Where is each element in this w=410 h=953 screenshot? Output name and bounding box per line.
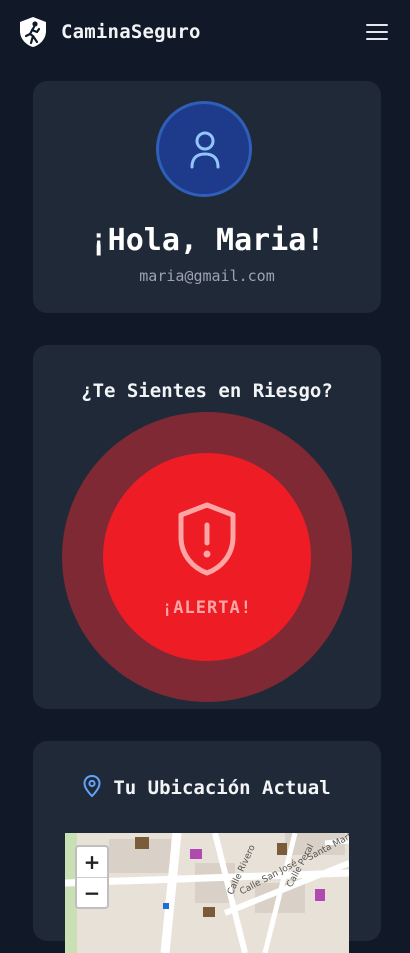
zoom-out-button[interactable]: − [77,878,107,908]
map-view[interactable]: Santa Marta Calle Rivero Calle San José … [65,833,349,953]
avatar [156,101,252,197]
profile-card: ¡Hola, Maria! maria@gmail.com [33,81,381,313]
location-card: Tu Ubicación Actual Santa Marta Calle Ri… [33,741,381,953]
alert-button[interactable]: ¡ALERTA! [62,412,352,702]
brand-name[interactable]: CaminaSeguro [61,21,201,43]
user-icon [190,131,220,169]
alert-card: ¿Te Sientes en Riesgo? ¡ALERTA! [33,345,381,709]
shield-alert-icon [178,502,236,576]
app-header: CaminaSeguro [0,0,410,66]
user-email: maria@gmail.com [139,267,275,285]
location-title: Tu Ubicación Actual [33,774,381,799]
walking-person-shield-icon[interactable] [18,16,48,48]
alert-button-core[interactable]: ¡ALERTA! [103,453,311,661]
zoom-in-button[interactable]: + [77,847,107,878]
alert-button-label: ¡ALERTA! [162,598,252,618]
risk-question: ¿Te Sientes en Riesgo? [81,380,333,402]
location-title-text: Tu Ubicación Actual [113,777,331,799]
hamburger-menu-icon[interactable] [366,24,388,42]
greeting: ¡Hola, Maria! [89,223,325,258]
map-zoom-control: + − [75,845,109,909]
map-pin-icon [83,774,101,798]
